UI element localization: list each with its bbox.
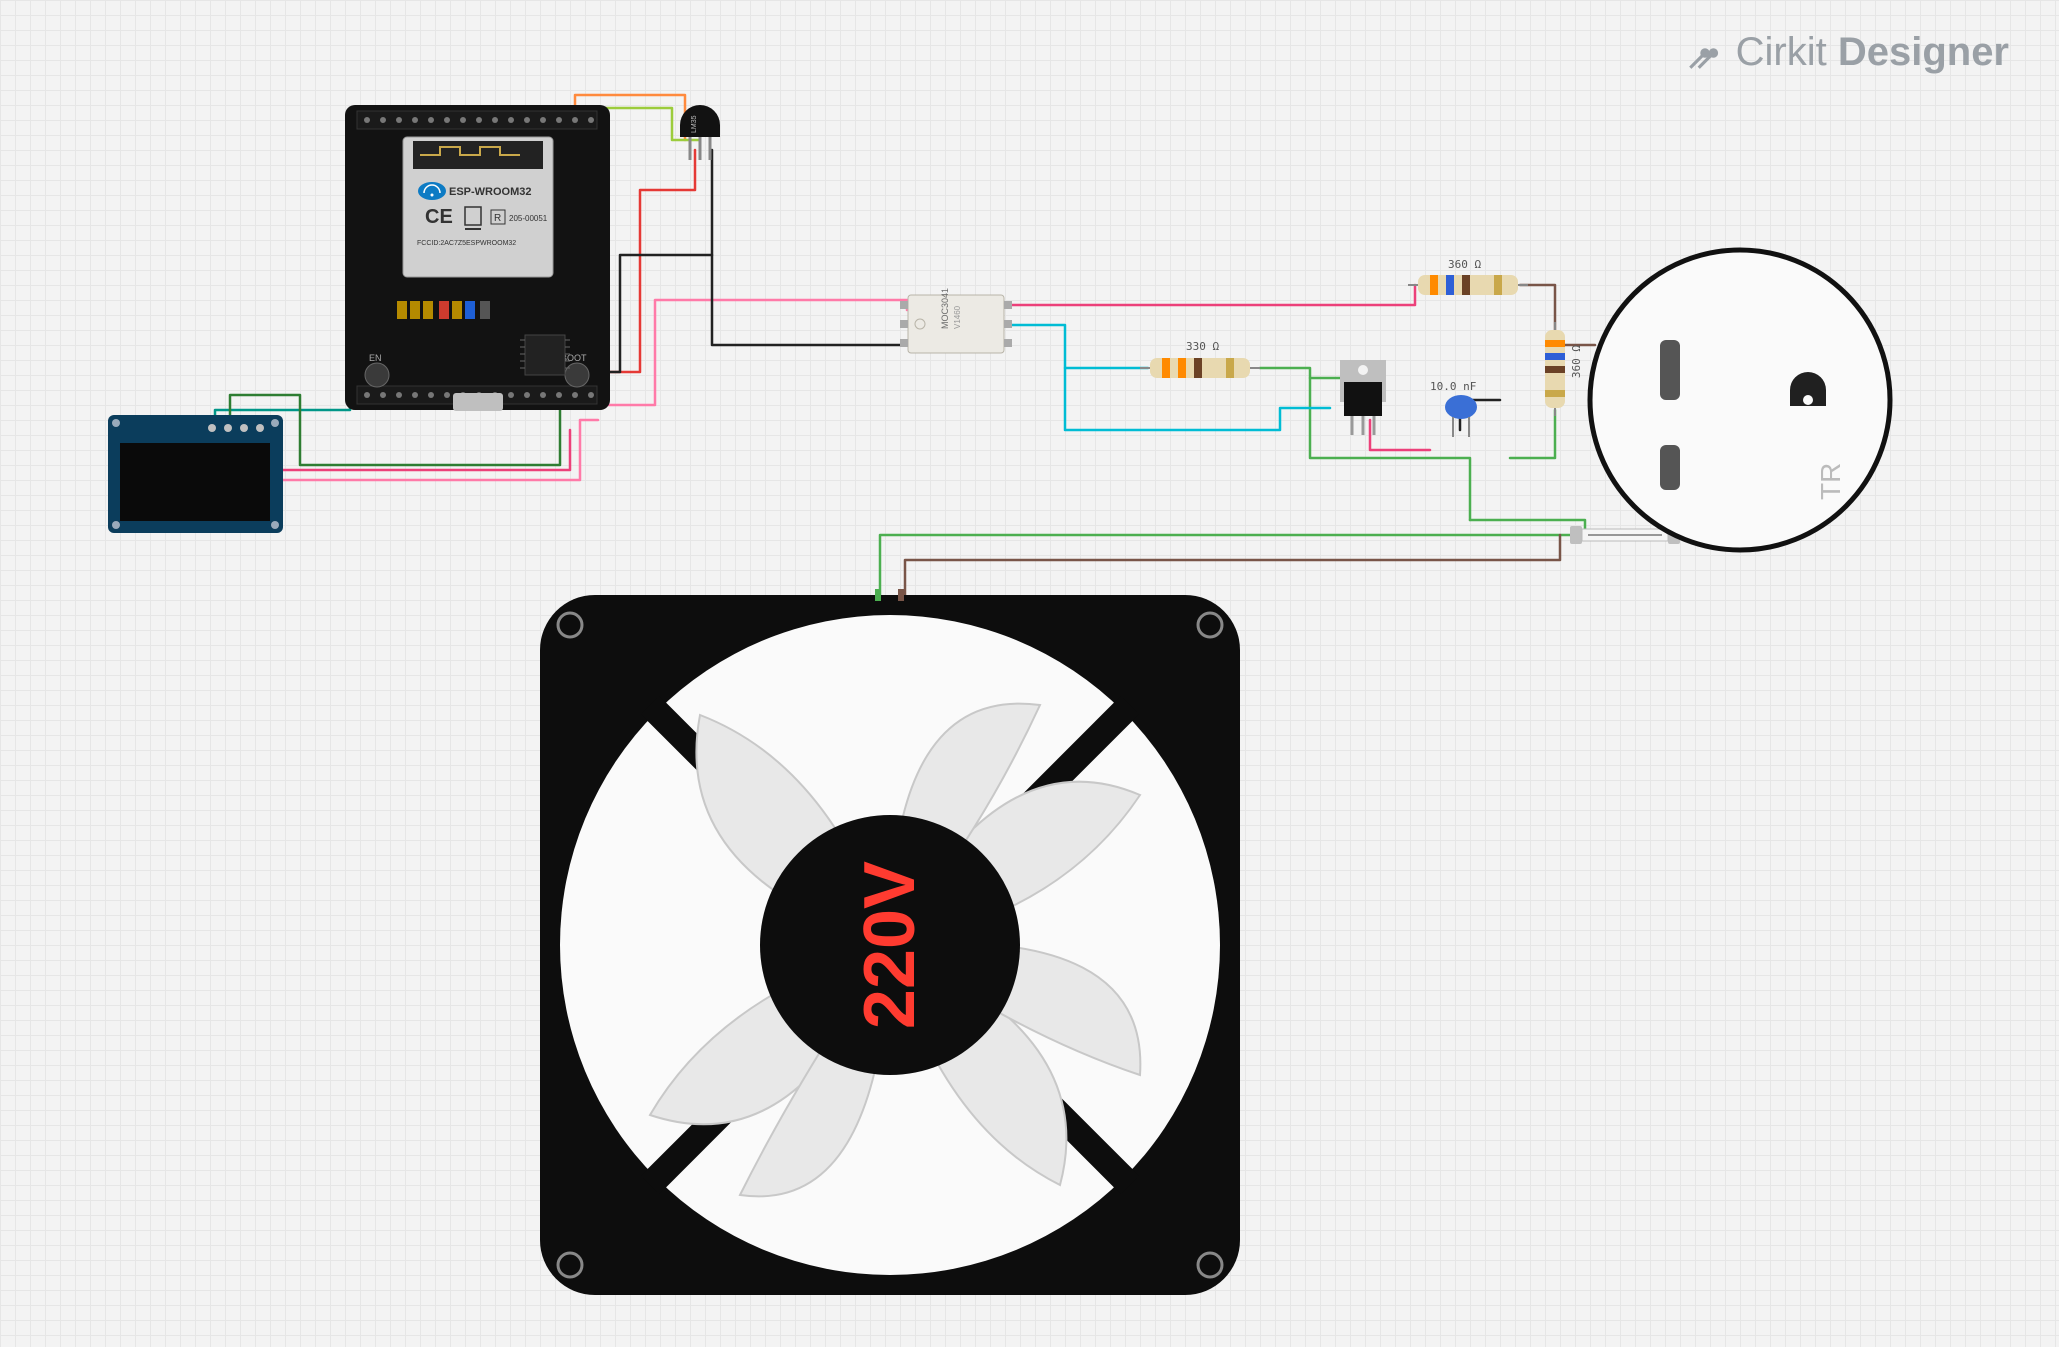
svg-text:V1460: V1460 [953, 305, 962, 329]
r2-label: 360 Ω [1448, 258, 1481, 271]
r3-label: 360 Ω [1570, 345, 1583, 378]
svg-text:CE: CE [425, 206, 453, 228]
esp-module-label: ESP-WROOM32 [449, 186, 532, 198]
circuit-canvas[interactable]: ESP-WROOM32 CE R 205-00051 FCCID:2AC7Z5E… [0, 0, 2059, 1347]
resistor-330[interactable] [1140, 358, 1260, 378]
lm35-sensor[interactable]: LM35 [680, 105, 720, 160]
r1-label: 330 Ω [1186, 340, 1219, 353]
opto-label: MOC3041 [940, 288, 950, 329]
cap-label: 10.0 nF [1430, 380, 1476, 393]
resistor-360-top[interactable] [1408, 275, 1528, 295]
svg-text:R: R [494, 213, 501, 224]
fan-voltage-label: 220V [850, 861, 930, 1029]
ac-fan-220v[interactable]: 220V [540, 589, 1240, 1295]
outlet-label: TR [1815, 463, 1846, 500]
svg-text:EN: EN [369, 353, 382, 363]
esp-marking2: FCCID:2AC7Z5ESPWROOM32 [417, 240, 516, 247]
esp32-board[interactable]: ESP-WROOM32 CE R 205-00051 FCCID:2AC7Z5E… [345, 105, 610, 411]
optocoupler-moc3041[interactable]: MOC3041 V1460 [900, 288, 1012, 353]
ac-outlet[interactable]: TR [1590, 250, 1890, 550]
triac[interactable] [1340, 360, 1386, 435]
esp-marking1: 205-00051 [509, 214, 548, 223]
svg-text:LM35: LM35 [691, 115, 698, 133]
oled-display[interactable] [108, 415, 283, 533]
resistor-360-vert[interactable] [1545, 322, 1565, 416]
